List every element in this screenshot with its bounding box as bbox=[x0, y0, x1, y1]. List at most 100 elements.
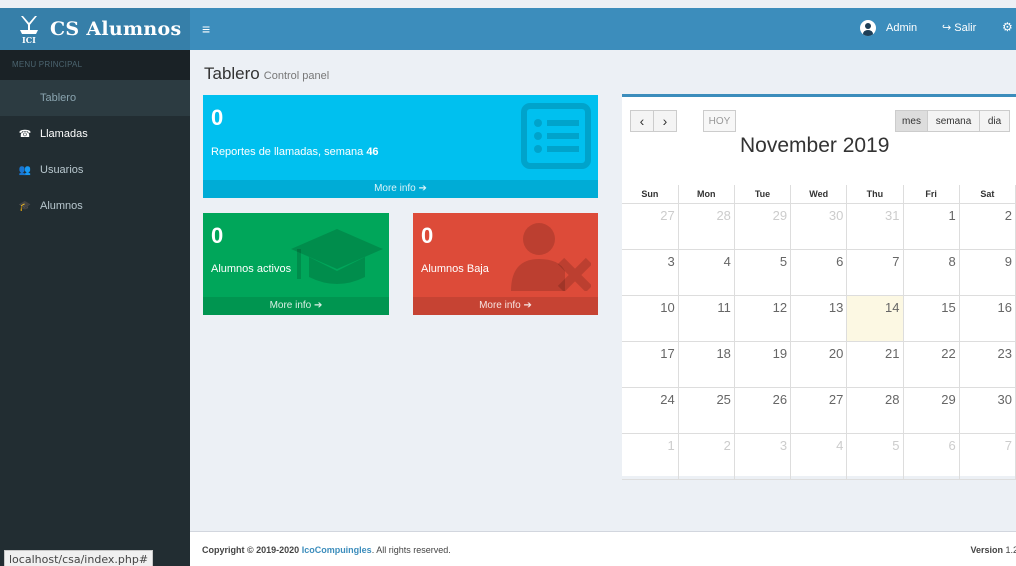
calendar-day[interactable]: 29 bbox=[733, 202, 792, 250]
calendar-week-row: 17 18 19 20 21 22 23 bbox=[622, 340, 1016, 388]
active-students-box: 0 Alumnos activos More info ➔ bbox=[203, 213, 389, 315]
footer: Copyright © 2019-2020 IcoCompuingles. Al… bbox=[190, 531, 1016, 566]
calendar-day[interactable]: 18 bbox=[677, 340, 735, 388]
calendar-title: November 2019 bbox=[740, 134, 890, 157]
graduation-cap-icon: 🎓 bbox=[18, 200, 32, 212]
week-number: 46 bbox=[366, 146, 379, 158]
calendar-day[interactable]: 14 bbox=[846, 294, 904, 342]
calendar-day[interactable]: 15 bbox=[902, 294, 960, 342]
logout-button[interactable]: ↪ Salir bbox=[942, 21, 976, 34]
calendar-day[interactable]: 26 bbox=[733, 386, 792, 434]
calendar-day[interactable]: 12 bbox=[733, 294, 792, 342]
calendar-day[interactable]: 28 bbox=[677, 202, 735, 250]
calendar-day[interactable]: 28 bbox=[846, 386, 904, 434]
calendar-week-row: 3456789 bbox=[622, 248, 1016, 296]
calls-more-info-link[interactable]: More info ➔ bbox=[203, 180, 598, 198]
baja-label: Alumnos Baja bbox=[421, 263, 489, 275]
today-button[interactable]: HOY bbox=[703, 110, 736, 132]
app-logo[interactable]: ICI CS Alumnos bbox=[0, 8, 190, 50]
sidebar-item-label: Tablero bbox=[40, 92, 77, 104]
calendar-day[interactable]: 21 bbox=[846, 340, 904, 388]
weekday-header: Fri bbox=[902, 185, 960, 204]
top-navbar: ≡ Admin ↪ Salir ⚙ bbox=[190, 8, 1016, 50]
baja-more-info-link[interactable]: More info ➔ bbox=[413, 297, 598, 315]
active-label: Alumnos activos bbox=[211, 263, 292, 275]
hamburger-icon[interactable]: ≡ bbox=[202, 21, 210, 37]
view-day-button[interactable]: dia bbox=[979, 110, 1010, 132]
calendar-day[interactable]: 27 bbox=[622, 202, 679, 250]
active-count: 0 bbox=[211, 223, 224, 248]
version-info: Version 1.2 bbox=[970, 545, 1016, 555]
sidebar-item-alumnos[interactable]: 🎓 Alumnos bbox=[0, 188, 190, 224]
baja-count: 0 bbox=[421, 223, 434, 248]
sidebar-item-llamadas[interactable]: ☎ Llamadas bbox=[0, 116, 190, 152]
copyright: Copyright © 2019-2020 IcoCompuingles. Al… bbox=[202, 545, 451, 555]
calendar-day[interactable]: 11 bbox=[677, 294, 735, 342]
view-week-button[interactable]: semana bbox=[927, 110, 980, 132]
arrow-circle-right-icon: ➔ bbox=[418, 183, 427, 194]
calendar-day[interactable]: 30 bbox=[958, 386, 1016, 434]
calendar-day[interactable]: 3 bbox=[733, 432, 792, 480]
active-more-info-link[interactable]: More info ➔ bbox=[203, 297, 389, 315]
calendar-day[interactable]: 6 bbox=[790, 248, 848, 296]
calendar-day[interactable]: 5 bbox=[733, 248, 792, 296]
view-month-button[interactable]: mes bbox=[895, 110, 928, 132]
sidebar-item-label: Alumnos bbox=[40, 200, 83, 212]
calendar-day[interactable]: 7 bbox=[846, 248, 904, 296]
arrow-circle-right-icon: ➔ bbox=[314, 300, 323, 311]
users-icon: 👥 bbox=[18, 164, 32, 176]
prev-month-button[interactable]: ‹ bbox=[630, 110, 654, 132]
calendar-day[interactable]: 23 bbox=[958, 340, 1016, 388]
calendar-day[interactable]: 13 bbox=[790, 294, 848, 342]
sidebar-item-tablero[interactable]: Tablero bbox=[0, 80, 190, 116]
calls-report-box: 0 Reportes de llamadas, semana 46 More i… bbox=[203, 95, 598, 198]
calendar-day[interactable]: 4 bbox=[790, 432, 848, 480]
calendar-day[interactable]: 22 bbox=[902, 340, 960, 388]
calendar-day[interactable]: 24 bbox=[622, 386, 679, 434]
calendar-day[interactable]: 1 bbox=[622, 432, 679, 480]
calendar-day[interactable]: 4 bbox=[677, 248, 735, 296]
calendar-day[interactable]: 30 bbox=[790, 202, 848, 250]
weekday-header: Mon bbox=[677, 185, 735, 204]
avatar bbox=[860, 20, 876, 36]
calendar-day[interactable]: 20 bbox=[790, 340, 848, 388]
calendar-day[interactable]: 2 bbox=[677, 432, 735, 480]
sidebar-item-usuarios[interactable]: 👥 Usuarios bbox=[0, 152, 190, 188]
user-menu[interactable]: Admin bbox=[860, 20, 917, 36]
user-name: Admin bbox=[886, 22, 918, 34]
calendar-day[interactable]: 27 bbox=[790, 386, 848, 434]
calendar-day[interactable]: 19 bbox=[733, 340, 792, 388]
calendar-day[interactable]: 6 bbox=[902, 432, 960, 480]
sidebar-item-label: Usuarios bbox=[40, 164, 84, 176]
calendar-day[interactable]: 5 bbox=[846, 432, 904, 480]
calendar-day[interactable]: 9 bbox=[958, 248, 1016, 296]
weekday-header: Sun bbox=[622, 185, 679, 204]
user-remove-icon bbox=[511, 223, 591, 291]
calendar-day[interactable]: 25 bbox=[677, 386, 735, 434]
calendar-grid: Sun Mon Tue Wed Thu Fri Sat 27 28 29 30 31 1 2 3 4 5 6 7 8… bbox=[622, 185, 1016, 480]
calendar-day[interactable]: 29 bbox=[902, 386, 960, 434]
calendar-day[interactable]: 10 bbox=[622, 294, 679, 342]
calendar-day[interactable]: 7 bbox=[958, 432, 1016, 480]
svg-text:ICI: ICI bbox=[22, 35, 36, 44]
calendar-day[interactable]: 3 bbox=[622, 248, 679, 296]
calendar-day[interactable]: 2 bbox=[958, 202, 1016, 250]
phone-icon: ☎ bbox=[18, 128, 32, 140]
sidebar-item-label: Llamadas bbox=[40, 128, 88, 140]
arrow-circle-right-icon: ➔ bbox=[523, 300, 532, 311]
calendar-day[interactable]: 1 bbox=[902, 202, 960, 250]
brand-name: CS Alumnos bbox=[50, 18, 182, 40]
calls-count: 0 bbox=[211, 105, 224, 130]
calendar-week-row: 1234567 bbox=[622, 432, 1016, 480]
calendar-day[interactable]: 8 bbox=[902, 248, 960, 296]
calendar-day[interactable]: 17 bbox=[622, 340, 679, 388]
next-month-button[interactable]: › bbox=[653, 110, 677, 132]
weekday-header: Wed bbox=[790, 185, 848, 204]
calendar-day[interactable]: 31 bbox=[846, 202, 904, 250]
calendar-day[interactable]: 16 bbox=[958, 294, 1016, 342]
weekday-header: Tue bbox=[733, 185, 792, 204]
calendar-week-row: 27 28 29 30 31 1 2 bbox=[622, 202, 1016, 250]
gears-icon[interactable]: ⚙ bbox=[1002, 20, 1013, 34]
logo-icon: ICI bbox=[18, 14, 40, 45]
company-link[interactable]: IcoCompuingles bbox=[302, 545, 372, 555]
